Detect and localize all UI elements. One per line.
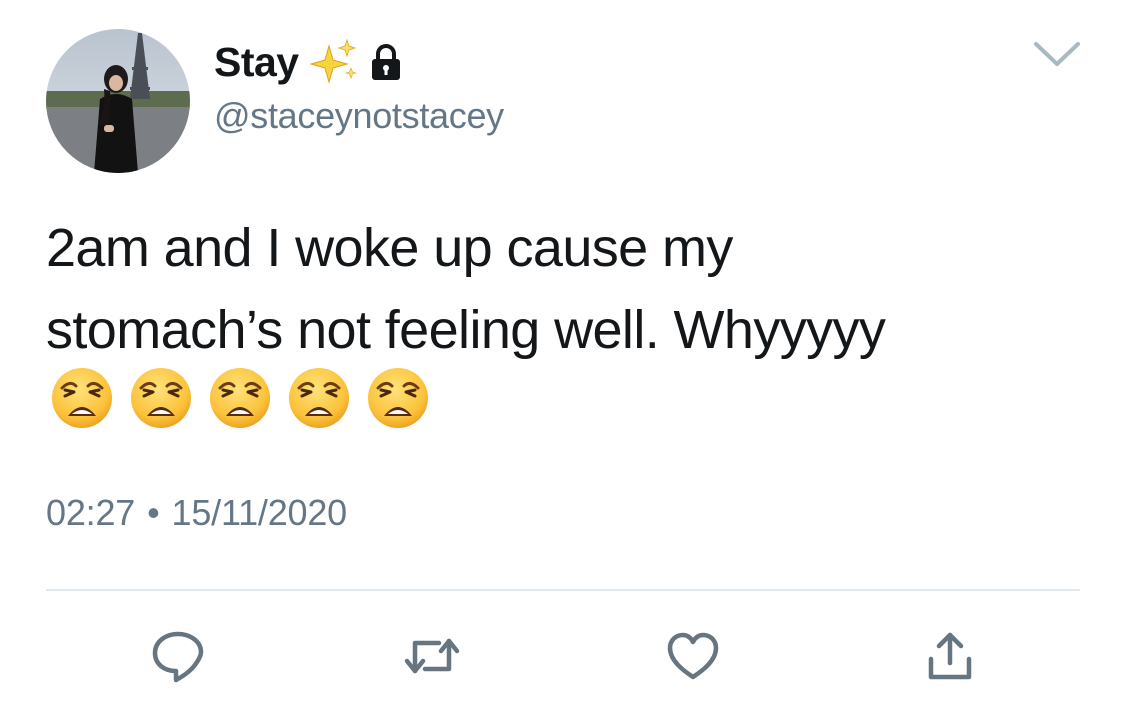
divider [46,589,1080,591]
retweet-icon [403,631,461,681]
share-button[interactable] [921,627,979,685]
avatar[interactable] [46,29,190,173]
author-name-row: Stay [214,36,403,88]
share-icon [925,629,975,683]
tweet-timestamp[interactable]: 02:27 • 15/11/2020 [46,495,347,531]
like-icon [666,631,720,681]
tweet-time: 02:27 [46,492,136,533]
retweet-button[interactable] [403,627,461,685]
meta-separator: • [147,492,160,533]
emoji-row [50,366,430,430]
weary-face-icon [287,366,351,430]
like-button[interactable] [664,627,722,685]
handle[interactable]: @staceynotstacey [214,98,504,134]
lock-icon [369,42,403,82]
chevron-down-icon[interactable] [1032,36,1082,70]
tweet-date: 15/11/2020 [171,492,348,533]
avatar-photo [46,29,190,173]
sparkles-icon [308,38,359,86]
reply-button[interactable] [149,627,207,685]
reply-icon [150,628,206,684]
display-name[interactable]: Stay [214,41,299,83]
weary-face-icon [129,366,193,430]
weary-face-icon [208,366,272,430]
weary-face-icon [366,366,430,430]
tweet-text: 2am and I woke up cause my stomach’s not… [46,218,886,360]
weary-face-icon [50,366,114,430]
